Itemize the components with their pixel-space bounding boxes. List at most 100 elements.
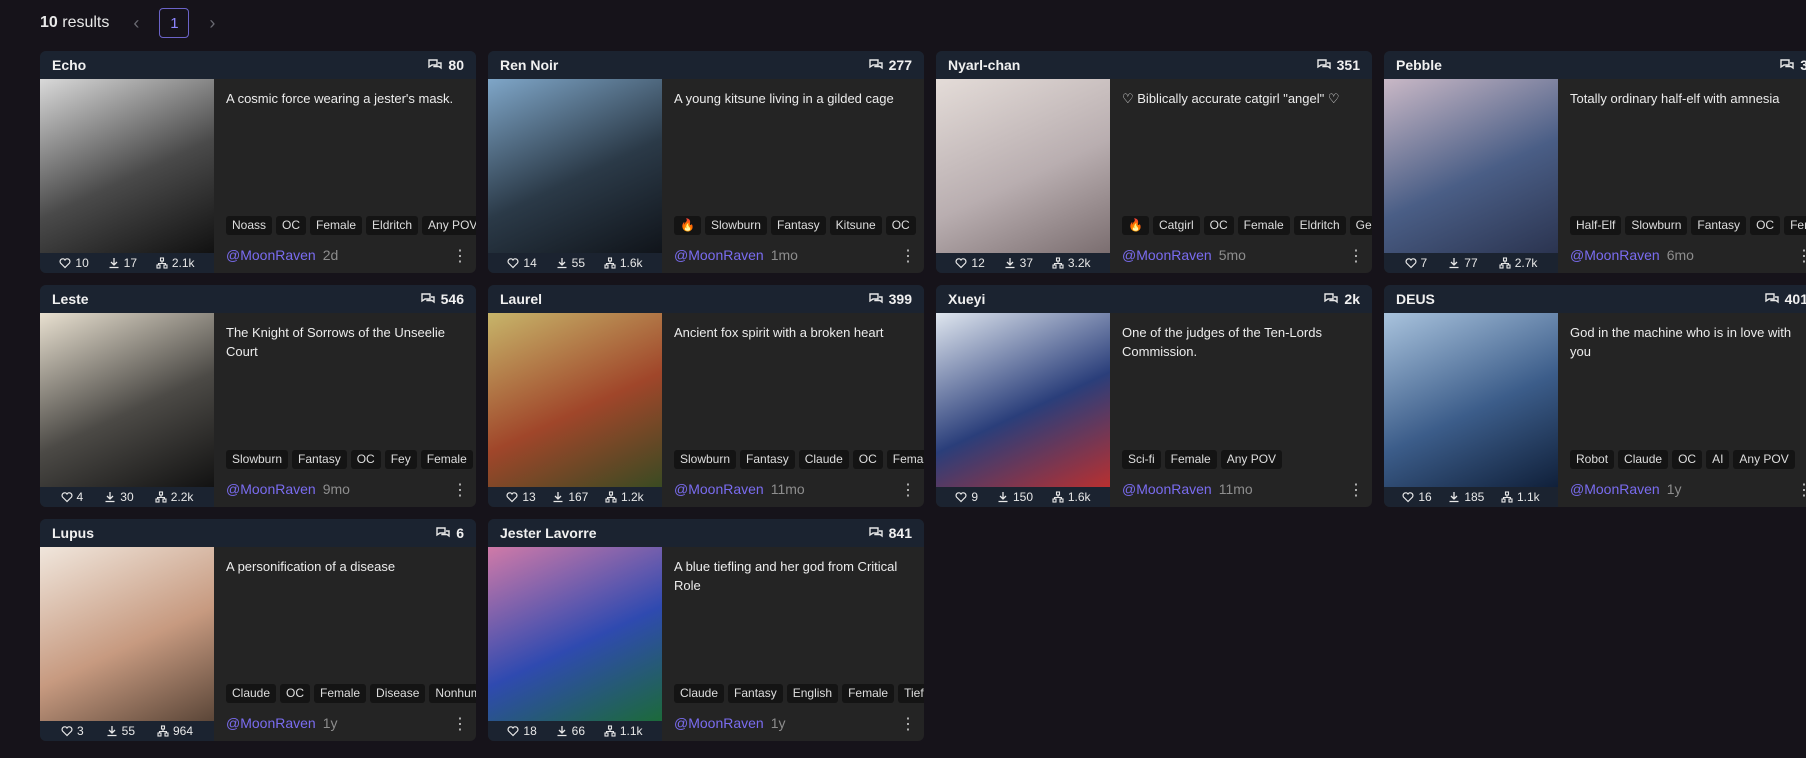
- tag[interactable]: Slowburn: [1625, 216, 1688, 235]
- author-link[interactable]: @MoonRaven: [1570, 247, 1660, 263]
- tag[interactable]: Any POV: [1733, 450, 1795, 469]
- character-card[interactable]: Pebble 3 7 77 2.7k Totally ordinary half-elf …: [1384, 51, 1806, 273]
- tag[interactable]: 🔥: [1122, 216, 1149, 235]
- tag[interactable]: OC: [885, 216, 916, 235]
- character-name[interactable]: Jester Lavorre: [500, 525, 597, 541]
- character-card[interactable]: Xueyi 2k 9 150 1.6k One of the judges of the …: [936, 285, 1372, 507]
- tag[interactable]: Robot: [1570, 450, 1615, 469]
- more-options-icon[interactable]: ⋮: [1348, 246, 1364, 266]
- tag[interactable]: Slowburn: [704, 216, 767, 235]
- next-page-button[interactable]: ›: [201, 13, 223, 34]
- tag[interactable]: Female: [842, 684, 895, 703]
- character-avatar[interactable]: [936, 79, 1110, 253]
- more-options-icon[interactable]: ⋮: [1348, 480, 1364, 500]
- tag[interactable]: Any POV: [422, 216, 476, 235]
- tag[interactable]: Kitsune: [829, 216, 882, 235]
- more-options-icon[interactable]: ⋮: [452, 480, 468, 500]
- character-avatar[interactable]: [936, 313, 1110, 487]
- character-card[interactable]: Echo 80 10 17 2.1k A cosmic force wearing a j…: [40, 51, 476, 273]
- character-avatar[interactable]: [40, 313, 214, 487]
- tag[interactable]: Nonhuma: [429, 684, 476, 703]
- character-card[interactable]: Lupus 6 3 55 964 A personification of a disea…: [40, 519, 476, 741]
- character-name[interactable]: Xueyi: [948, 291, 985, 307]
- author-link[interactable]: @MoonRaven: [674, 247, 764, 263]
- character-avatar[interactable]: [1384, 313, 1558, 487]
- character-avatar[interactable]: [488, 547, 662, 721]
- author-link[interactable]: @MoonRaven: [226, 481, 316, 497]
- character-name[interactable]: Echo: [52, 57, 86, 73]
- character-avatar[interactable]: [40, 79, 214, 253]
- author-link[interactable]: @MoonRaven: [674, 715, 764, 731]
- tag[interactable]: Slowburn: [674, 450, 737, 469]
- tag[interactable]: AI: [1706, 450, 1730, 469]
- character-name[interactable]: DEUS: [1396, 291, 1435, 307]
- author-link[interactable]: @MoonRaven: [1570, 481, 1660, 497]
- tag[interactable]: OC: [280, 684, 311, 703]
- tag[interactable]: Female: [1164, 450, 1217, 469]
- tag[interactable]: OC: [852, 450, 883, 469]
- tag[interactable]: Female: [886, 450, 924, 469]
- tag[interactable]: Eldritch: [366, 216, 419, 235]
- more-options-icon[interactable]: ⋮: [452, 246, 468, 266]
- author-link[interactable]: @MoonRaven: [674, 481, 764, 497]
- character-card[interactable]: DEUS 401 16 185 1.1k God in the machine who i…: [1384, 285, 1806, 507]
- character-name[interactable]: Leste: [52, 291, 89, 307]
- tag[interactable]: OC: [1203, 216, 1234, 235]
- more-options-icon[interactable]: ⋮: [900, 714, 916, 734]
- character-avatar[interactable]: [488, 79, 662, 253]
- more-options-icon[interactable]: ⋮: [452, 714, 468, 734]
- tag[interactable]: Noass: [226, 216, 273, 235]
- author-link[interactable]: @MoonRaven: [1122, 247, 1212, 263]
- tag[interactable]: Female: [310, 216, 363, 235]
- character-card[interactable]: Ren Noir 277 14 55 1.6k A young kitsune livin…: [488, 51, 924, 273]
- author-link[interactable]: @MoonRaven: [226, 715, 316, 731]
- character-name[interactable]: Laurel: [500, 291, 542, 307]
- more-options-icon[interactable]: ⋮: [900, 246, 916, 266]
- tag[interactable]: Sci-fi: [1122, 450, 1161, 469]
- tag[interactable]: Ger: [1349, 216, 1372, 235]
- tag[interactable]: Tiefli: [898, 684, 924, 703]
- tag[interactable]: OC: [350, 450, 381, 469]
- tag[interactable]: Fey: [384, 450, 417, 469]
- character-avatar[interactable]: [488, 313, 662, 487]
- tag[interactable]: 🔥: [674, 216, 701, 235]
- tag[interactable]: Claude: [674, 684, 725, 703]
- character-card[interactable]: Leste 546 4 30 2.2k The Knight of Sorrows of …: [40, 285, 476, 507]
- author-link[interactable]: @MoonRaven: [226, 247, 316, 263]
- tag[interactable]: Fantasy: [1691, 216, 1747, 235]
- tag[interactable]: Fem: [1784, 216, 1806, 235]
- tag[interactable]: OC: [276, 216, 307, 235]
- character-name[interactable]: Ren Noir: [500, 57, 558, 73]
- author-link[interactable]: @MoonRaven: [1122, 481, 1212, 497]
- character-name[interactable]: Nyarl-chan: [948, 57, 1020, 73]
- tag[interactable]: Claude: [1618, 450, 1669, 469]
- more-options-icon[interactable]: ⋮: [1796, 246, 1806, 266]
- tag[interactable]: Half-Elf: [1570, 216, 1622, 235]
- more-options-icon[interactable]: ⋮: [1796, 480, 1806, 500]
- more-options-icon[interactable]: ⋮: [900, 480, 916, 500]
- tag[interactable]: Disease: [370, 684, 426, 703]
- tag[interactable]: Female: [420, 450, 473, 469]
- tag[interactable]: Slowburn: [226, 450, 289, 469]
- page-1-button[interactable]: 1: [159, 8, 190, 38]
- tag[interactable]: English: [786, 684, 839, 703]
- character-card[interactable]: Nyarl-chan 351 12 37 3.2k ♡ Biblically accura…: [936, 51, 1372, 273]
- prev-page-button[interactable]: ‹: [125, 13, 147, 34]
- tag[interactable]: Female: [1237, 216, 1290, 235]
- character-avatar[interactable]: [40, 547, 214, 721]
- character-name[interactable]: Pebble: [1396, 57, 1442, 73]
- tag[interactable]: Fantasy: [728, 684, 783, 703]
- character-card[interactable]: Jester Lavorre 841 18 66 1.1k A blue tiefling…: [488, 519, 924, 741]
- character-avatar[interactable]: [1384, 79, 1558, 253]
- tag[interactable]: Fantasy: [740, 450, 795, 469]
- character-card[interactable]: Laurel 399 13 167 1.2k Ancient fox spirit wit…: [488, 285, 924, 507]
- tag[interactable]: Female: [314, 684, 367, 703]
- tag[interactable]: Fantasy: [292, 450, 347, 469]
- character-name[interactable]: Lupus: [52, 525, 94, 541]
- tag[interactable]: Any POV: [1220, 450, 1283, 469]
- tag[interactable]: Catgirl: [1152, 216, 1200, 235]
- tag[interactable]: Claude: [226, 684, 277, 703]
- tag[interactable]: Fantasy: [770, 216, 826, 235]
- tag[interactable]: Eldritch: [1293, 216, 1346, 235]
- tag[interactable]: OC: [1750, 216, 1781, 235]
